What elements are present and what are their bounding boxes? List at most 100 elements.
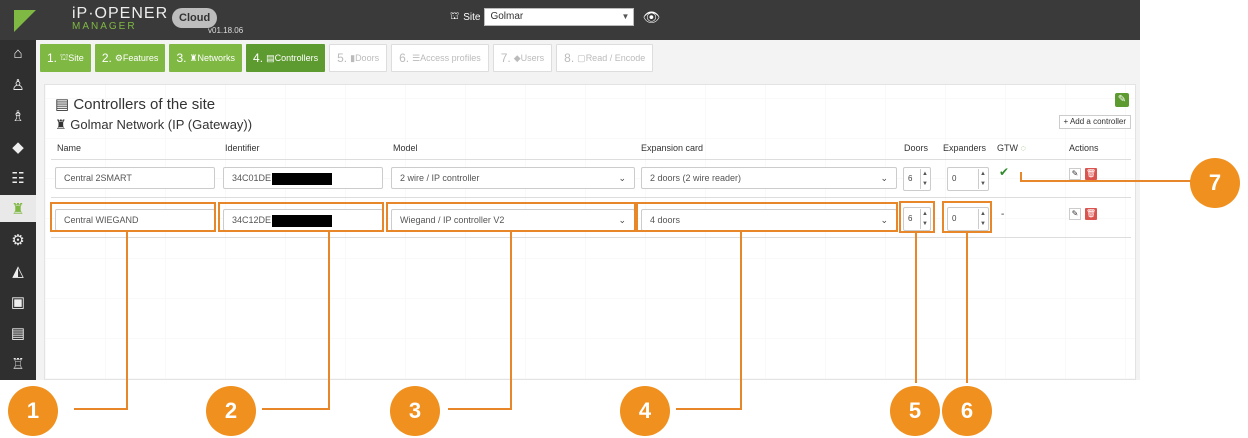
site-icon: ⛫ bbox=[450, 10, 460, 22]
callout-line bbox=[262, 408, 330, 410]
logo-subtext: MANAGER bbox=[72, 21, 137, 32]
spinner-arrows-icon[interactable]: ▲ ▼ bbox=[978, 209, 987, 229]
briefcase-icon[interactable]: ▤ bbox=[0, 319, 36, 346]
top-bar: iP·OPENER MANAGER Cloud v01.18.06 ⛫ Site… bbox=[0, 0, 1140, 40]
step-number: 2. bbox=[101, 51, 112, 65]
network-icon: ♜ bbox=[189, 52, 198, 63]
spinner-arrows-icon[interactable]: ▲ ▼ bbox=[920, 209, 929, 229]
name-input[interactable]: Central 2SMART bbox=[55, 167, 215, 189]
step-label: Networks bbox=[197, 53, 236, 63]
doors-stepper[interactable]: 6 ▲ ▼ bbox=[903, 207, 931, 231]
step-label: Access profiles bbox=[420, 53, 481, 63]
profile-icon: ☰ bbox=[412, 52, 421, 63]
page-title-text: Controllers of the site bbox=[73, 96, 216, 113]
row-divider bbox=[51, 237, 1131, 238]
step-number: 7. bbox=[500, 51, 511, 65]
step-site[interactable]: 1. ⛫ Site bbox=[40, 44, 91, 72]
step-label: Users bbox=[520, 53, 545, 63]
add-controller-button[interactable]: + Add a controller bbox=[1058, 115, 1131, 129]
site-select-value: Golmar bbox=[490, 11, 524, 22]
step-controllers[interactable]: 4. ▤ Controllers bbox=[246, 44, 326, 72]
home-icon[interactable]: ⌂ bbox=[0, 40, 36, 67]
identifier-input[interactable]: 34C12DE bbox=[223, 209, 383, 231]
expansion-value: 4 doors bbox=[650, 215, 681, 225]
chevron-down-icon: ⌄ bbox=[618, 215, 626, 225]
callout-badge-1: 1 bbox=[8, 386, 58, 436]
trash-icon[interactable]: 🗑 bbox=[1085, 208, 1097, 220]
step-read-encode[interactable]: 8. ▢ Read / Encode bbox=[556, 44, 654, 72]
callout-badge-4: 4 bbox=[620, 386, 670, 436]
users-icon[interactable]: ☷ bbox=[0, 164, 36, 191]
col-doors: Doors bbox=[904, 143, 929, 153]
site-label: Site bbox=[463, 11, 481, 23]
model-select[interactable]: 2 wire / IP controller ⌄ bbox=[391, 167, 635, 189]
site-add-icon[interactable]: ♙ bbox=[0, 71, 36, 98]
chevron-down-icon: ▼ bbox=[621, 12, 630, 21]
callout-badge-3: 3 bbox=[390, 386, 440, 436]
app-logo[interactable]: iP·OPENER MANAGER bbox=[72, 6, 168, 32]
step-features[interactable]: 2. ⚙ Features bbox=[94, 44, 166, 72]
edit-icon[interactable]: ✎ bbox=[1115, 93, 1129, 107]
building-icon[interactable]: ♖ bbox=[0, 350, 36, 377]
step-number: 1. bbox=[47, 51, 58, 65]
name-input[interactable]: Central WIEGAND bbox=[55, 209, 215, 231]
card-icon[interactable]: ◆ bbox=[0, 133, 36, 160]
col-expansion: Expansion card bbox=[641, 143, 704, 153]
edit-icon[interactable]: ✎ bbox=[1069, 168, 1081, 180]
col-gtw-label: GTW bbox=[997, 143, 1018, 153]
expanders-stepper[interactable]: 0 ▲ ▼ bbox=[947, 167, 989, 191]
network-title-text: Golmar Network (IP (Gateway)) bbox=[70, 117, 253, 132]
edit-icon[interactable]: ✎ bbox=[1069, 208, 1081, 220]
spinner-arrows-icon[interactable]: ▲ ▼ bbox=[920, 169, 929, 189]
redacted-block bbox=[272, 172, 333, 185]
tag-icon[interactable]: ◭ bbox=[0, 257, 36, 284]
monitor-icon[interactable]: ▣ bbox=[0, 288, 36, 315]
expanders-stepper[interactable]: 0 ▲ ▼ bbox=[947, 207, 989, 231]
step-networks[interactable]: 3. ♜ Networks bbox=[169, 44, 243, 72]
callout-line bbox=[448, 408, 512, 410]
expansion-value: 2 doors (2 wire reader) bbox=[650, 173, 742, 183]
identifier-input[interactable]: 34C01DE bbox=[223, 167, 383, 189]
wizard-steps: 1. ⛫ Site 2. ⚙ Features 3. ♜ Networks 4. ▤ Contr… bbox=[40, 44, 654, 72]
step-label: Doors bbox=[355, 53, 380, 63]
cloud-badge: Cloud bbox=[172, 8, 218, 28]
site-icon: ⛫ bbox=[60, 52, 69, 62]
row-divider bbox=[51, 197, 1131, 198]
check-icon: ✔ bbox=[999, 165, 1010, 179]
model-value: Wiegand / IP controller V2 bbox=[400, 215, 505, 225]
callout-badge-7: 7 bbox=[1190, 158, 1240, 208]
sidebar: ⌂ ♙ ♗ ◆ ☷ ♜ ⚙ ◭ ▣ ▤ ♖ bbox=[0, 40, 36, 380]
callout-line bbox=[74, 408, 128, 410]
step-label: Read / Encode bbox=[585, 53, 646, 63]
step-number: 8. bbox=[564, 51, 575, 65]
doors-value: 6 bbox=[908, 174, 913, 183]
col-gtw: GTW ◌ bbox=[997, 143, 1026, 153]
network-title: ♜ Golmar Network (IP (Gateway)) bbox=[55, 117, 252, 133]
gears-icon[interactable]: ⚙ bbox=[0, 226, 36, 253]
col-model: Model bbox=[393, 143, 418, 153]
spinner-arrows-icon[interactable]: ▲ ▼ bbox=[978, 169, 987, 189]
chevron-down-icon: ⌄ bbox=[880, 215, 888, 225]
model-select[interactable]: Wiegand / IP controller V2 ⌄ bbox=[391, 209, 635, 231]
step-label: Site bbox=[68, 53, 84, 63]
step-access-profiles[interactable]: 6. ☰ Access profiles bbox=[391, 44, 489, 72]
callout-badge-2: 2 bbox=[206, 386, 256, 436]
trash-icon[interactable]: 🗑 bbox=[1085, 168, 1097, 180]
eye-icon[interactable]: 👁 bbox=[642, 9, 660, 26]
col-name: Name bbox=[57, 143, 82, 153]
expansion-select[interactable]: 4 doors ⌄ bbox=[641, 209, 897, 231]
doors-stepper[interactable]: 6 ▲ ▼ bbox=[903, 167, 931, 191]
gears-icon: ⚙ bbox=[114, 52, 123, 63]
network-icon: ♜ bbox=[55, 117, 71, 132]
expansion-select[interactable]: 2 doors (2 wire reader) ⌄ bbox=[641, 167, 897, 189]
expanders-value: 0 bbox=[952, 174, 957, 183]
network-icon[interactable]: ♜ bbox=[0, 195, 36, 222]
col-expanders: Expanders bbox=[943, 143, 987, 153]
step-number: 4. bbox=[253, 51, 264, 65]
tag-icon: ◆ bbox=[513, 52, 521, 63]
step-label: Controllers bbox=[274, 53, 319, 63]
site-select[interactable]: Golmar ▼ bbox=[484, 8, 635, 26]
step-users[interactable]: 7. ◆ Users bbox=[492, 44, 553, 72]
step-doors[interactable]: 5. ▮ Doors bbox=[329, 44, 388, 72]
site-user-icon[interactable]: ♗ bbox=[0, 102, 36, 129]
